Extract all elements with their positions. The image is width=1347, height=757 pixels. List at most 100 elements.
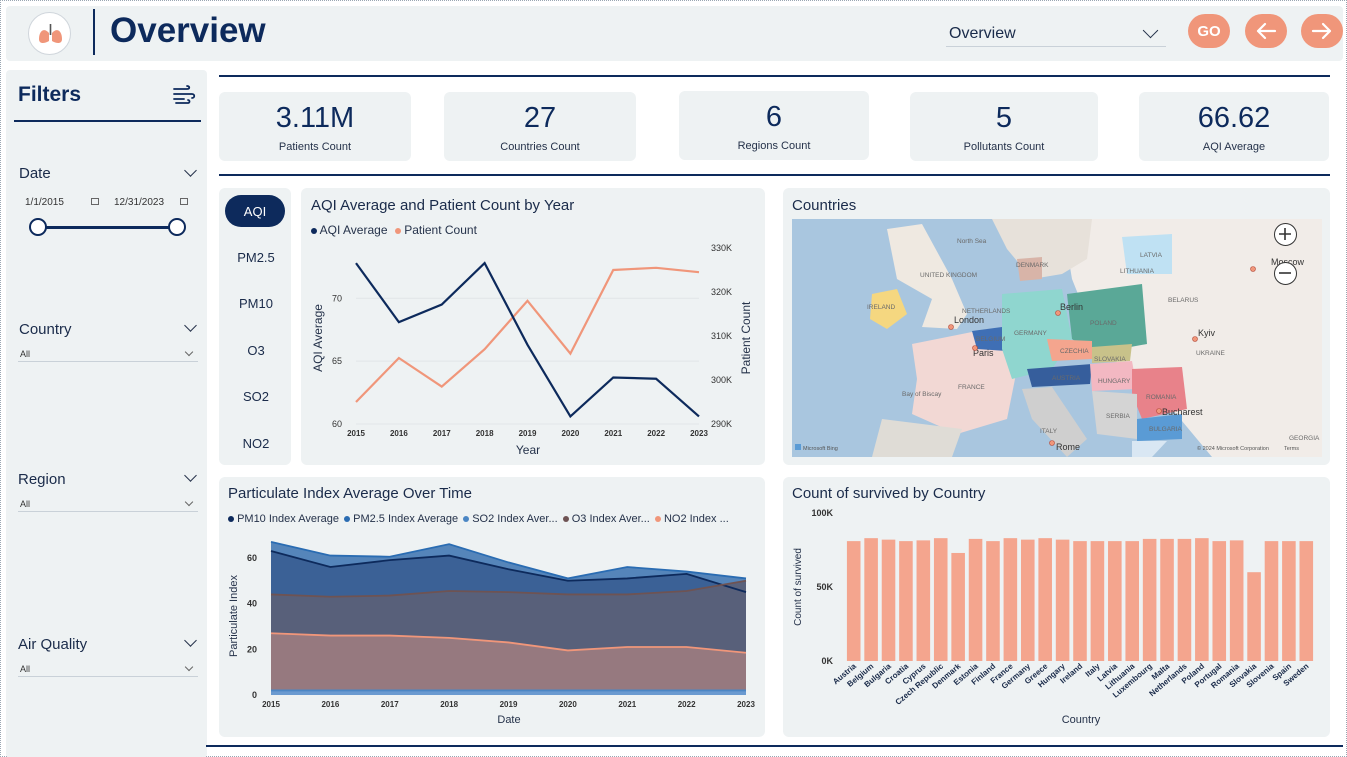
bar: [1142, 538, 1157, 661]
kpi-label: Regions Count: [737, 140, 811, 152]
x-axis-label: Year: [516, 443, 540, 457]
map-label: ITALY: [1040, 428, 1058, 435]
survived-chart-title: Count of survived by Country: [792, 485, 986, 502]
country-filter-value[interactable]: All: [20, 349, 30, 359]
y-axis-label: AQI Average: [311, 304, 325, 372]
particulate-chart-title: Particulate Index Average Over Time: [228, 485, 473, 502]
y-tick-label: 50K: [816, 582, 833, 592]
no2-button[interactable]: NO2: [227, 436, 285, 451]
kpi-value: 27: [523, 102, 557, 134]
map-title: Countries: [792, 197, 857, 214]
map-label: HUNGARY: [1098, 378, 1131, 385]
x-tick-label: 2020: [559, 700, 577, 709]
map-label: POLAND: [1090, 320, 1117, 327]
bar: [916, 540, 931, 661]
y-tick-label: 70: [332, 293, 342, 303]
y2-axis-label: Patient Count: [739, 301, 753, 374]
map-label: Bay of Biscay: [902, 391, 942, 398]
map-label: BELARUS: [1168, 297, 1199, 304]
y2-tick-label: 310K: [711, 331, 732, 341]
map-label: UKRAINE: [1196, 350, 1226, 357]
air-quality-filter-value[interactable]: All: [20, 664, 30, 674]
map-city-label: Bucharest: [1162, 407, 1203, 417]
y-tick-label: 40: [247, 599, 257, 609]
particulate-chart: 0 20 40 60 2015 2016 2017 2018 2019 2020 2021 2022 2…: [228, 540, 755, 726]
top-separator: [219, 75, 1330, 77]
go-button[interactable]: GO: [1188, 14, 1230, 48]
zoom-out-button[interactable]: [1274, 262, 1297, 285]
kpi-card-pollutants: 5 Pollutants Count: [910, 92, 1098, 161]
map-city-label: Berlin: [1060, 302, 1083, 312]
date-slider-start-handle[interactable]: [29, 218, 47, 236]
map-label: ROMANIA: [1146, 394, 1177, 401]
map-label: CZECHIA: [1060, 348, 1089, 355]
filters-title: Filters: [18, 83, 82, 106]
bar: [864, 538, 878, 661]
bar: [1073, 541, 1087, 661]
bing-logo-icon: [795, 444, 801, 450]
y-tick-label: 0K: [821, 656, 833, 666]
region-filter-value[interactable]: All: [20, 499, 30, 509]
legend-aqi-label: AQI Average: [319, 223, 388, 237]
bar: [1003, 538, 1018, 661]
map-label: LATVIA: [1140, 252, 1163, 259]
y2-tick-label: 300K: [711, 375, 732, 385]
arrow-right-icon: [1311, 22, 1332, 40]
kpi-label: AQI Average: [1202, 141, 1266, 153]
bar: [1177, 538, 1192, 661]
legend-dot: [344, 516, 351, 523]
europe-map[interactable]: North Sea UNITED KINGDOM IRELAND NETHERL…: [792, 219, 1322, 457]
aqi-button[interactable]: AQI: [225, 195, 285, 227]
legend-dot: [562, 516, 569, 523]
x-tick-label: 2020: [561, 429, 579, 438]
bar: [1299, 541, 1314, 661]
aqi-patient-chart: 60 65 70 290K 300K 310K 320K 330K 2015 2016 2017 20…: [311, 243, 753, 457]
filters-icon[interactable]: [172, 85, 196, 110]
bar: [1264, 541, 1279, 661]
map-label: UNITED KINGDOM: [920, 272, 977, 279]
region-filter-underline: [18, 511, 198, 512]
legend-dot: [228, 516, 234, 523]
y-tick-label: 60: [247, 553, 257, 563]
x-tick-label: 2023: [737, 700, 755, 709]
legend-pm25-label: PM2.5 Index Average: [353, 513, 459, 525]
legend-o3-label: O3 Index Aver...: [571, 513, 650, 525]
legend-pm10-label: PM10 Index Average: [237, 513, 339, 525]
date-slider-track[interactable]: [38, 226, 177, 229]
kpi-value: 6: [765, 101, 783, 133]
y2-tick-label: 290K: [711, 419, 732, 429]
bar: [1282, 541, 1296, 661]
kpi-value: 66.62: [1197, 102, 1271, 134]
forward-button[interactable]: [1301, 14, 1343, 48]
x-tick-label: 2016: [390, 429, 408, 438]
calendar-icon[interactable]: [180, 198, 188, 205]
date-end-input[interactable]: 12/31/2023: [114, 197, 164, 208]
map-label: SLOVAKIA: [1094, 356, 1126, 363]
so2-button[interactable]: SO2: [227, 389, 285, 404]
zoom-in-button[interactable]: [1274, 223, 1297, 246]
calendar-icon[interactable]: [91, 198, 99, 205]
pm25-button[interactable]: PM2.5: [227, 250, 285, 265]
x-tick-label: 2018: [476, 429, 494, 438]
date-start-input[interactable]: 1/1/2015: [25, 197, 64, 208]
kpi-value: 5: [995, 102, 1013, 134]
kpi-label: Pollutants Count: [963, 141, 1045, 153]
x-tick-label: 2021: [604, 429, 622, 438]
y2-tick-label: 330K: [711, 243, 732, 253]
kpi-card-regions: 6 Regions Count: [679, 91, 869, 160]
pm10-button[interactable]: PM10: [227, 296, 285, 311]
filters-underline: [14, 120, 201, 122]
page-selector-value: Overview: [949, 25, 1016, 42]
map-terms-link[interactable]: Terms: [1284, 446, 1299, 452]
kpi-label: Countries Count: [500, 141, 580, 153]
map-label: BULGARIA: [1149, 426, 1183, 433]
map-label: AUSTRIA: [1052, 375, 1081, 382]
date-slider-end-handle[interactable]: [168, 218, 186, 236]
x-axis-label: Country: [1062, 714, 1101, 726]
o3-button[interactable]: O3: [227, 343, 285, 358]
map-label: NETHERLANDS: [962, 308, 1011, 315]
back-button[interactable]: [1245, 14, 1287, 48]
map-city-label: London: [954, 315, 984, 325]
y2-tick-label: 320K: [711, 287, 732, 297]
page-selector[interactable]: Overview: [946, 21, 1166, 47]
